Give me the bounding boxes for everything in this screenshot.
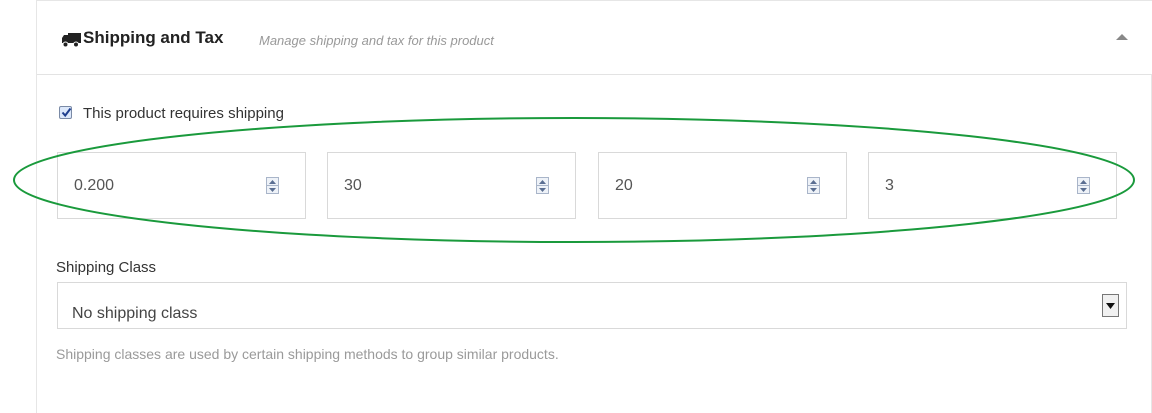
width-input[interactable]: 20 [598,152,847,219]
spin-down-icon[interactable] [269,188,276,192]
panel-header[interactable]: Shipping and Tax Manage shipping and tax… [37,1,1152,75]
panel-title: Shipping and Tax [83,28,224,47]
requires-shipping-label: This product requires shipping [83,105,284,122]
height-value: 3 [885,177,894,194]
dropdown-button[interactable] [1102,294,1119,317]
panel-subtitle: Manage shipping and tax for this product [259,33,494,48]
height-input[interactable]: 3 [868,152,1117,219]
requires-shipping-checkbox[interactable] [59,106,72,119]
weight-value: 0.200 [74,177,115,194]
checkmark-icon [61,107,72,118]
shipping-class-select[interactable]: No shipping class [57,282,1127,329]
weight-spinner[interactable] [266,177,279,194]
spin-up-icon[interactable] [269,180,276,184]
shipping-class-value: No shipping class [72,305,198,322]
truck-icon [62,33,81,48]
spin-up-icon[interactable] [1080,180,1087,184]
length-value: 30 [344,177,362,194]
spin-down-icon[interactable] [1080,188,1087,192]
chevron-down-icon [1106,303,1115,309]
length-input[interactable]: 30 [327,152,576,219]
width-spinner[interactable] [807,177,820,194]
shipping-class-label: Shipping Class [56,259,157,276]
caret-up-icon[interactable] [1115,33,1129,41]
spin-down-icon[interactable] [810,188,817,192]
spin-up-icon[interactable] [539,180,546,184]
shipping-class-help: Shipping classes are used by certain shi… [56,346,559,362]
spin-down-icon[interactable] [539,188,546,192]
weight-input[interactable]: 0.200 [57,152,306,219]
width-value: 20 [615,177,633,194]
length-spinner[interactable] [536,177,549,194]
spin-up-icon[interactable] [810,180,817,184]
height-spinner[interactable] [1077,177,1090,194]
